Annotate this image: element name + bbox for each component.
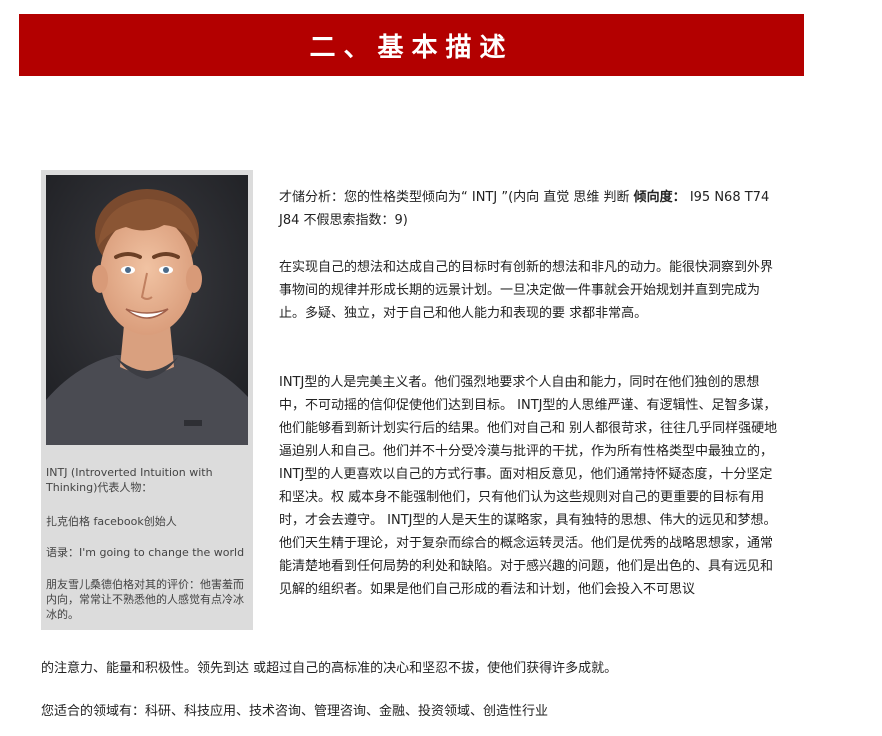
suitable-fields-line: 您适合的领域有：科研、科技应用、技术咨询、管理咨询、金融、投资领域、创造性行业 <box>41 704 549 719</box>
profile-name: 扎克伯格 facebook创始人 <box>46 515 177 528</box>
section-title-banner: 二、基本描述 <box>19 14 804 76</box>
intro-paragraph: 在实现自己的想法和达成自己的目标时有创新的想法和非凡的动力。能很快洞察到外界事物… <box>279 260 774 321</box>
tendency-label: 倾向度： <box>633 190 686 205</box>
profile-card: INTJ (Introverted Intuition with Thinkin… <box>41 170 253 630</box>
section-title: 二、基本描述 <box>309 32 514 63</box>
person-portrait-icon <box>46 175 248 445</box>
profile-photo <box>46 175 248 445</box>
profile-comment: 朋友雪儿桑德伯格对其的评价：他害羞而内向，常常让不熟悉他的人感觉有点冷冰冰的。 <box>46 578 244 621</box>
body-paragraph-tail: 的注意力、能量和积极性。领先到达 或超过自己的高标准的决心和坚忍不拔，使他们获得… <box>41 661 618 676</box>
analysis-paragraph: 才储分析：您的性格类型倾向为“ INTJ ”(内向 直觉 思维 判断 倾向度： … <box>279 186 779 232</box>
profile-caption: INTJ (Introverted Intuition with Thinkin… <box>46 466 213 494</box>
body-paragraph: INTJ型的人是完美主义者。他们强烈地要求个人自由和能力，同时在他们独创的思想中… <box>279 375 778 597</box>
profile-quote: 语录：I'm going to change the world <box>46 546 245 559</box>
analysis-prefix: 才储分析：您的性格类型倾向为“ INTJ ”(内向 直觉 思维 判断 <box>279 190 634 205</box>
